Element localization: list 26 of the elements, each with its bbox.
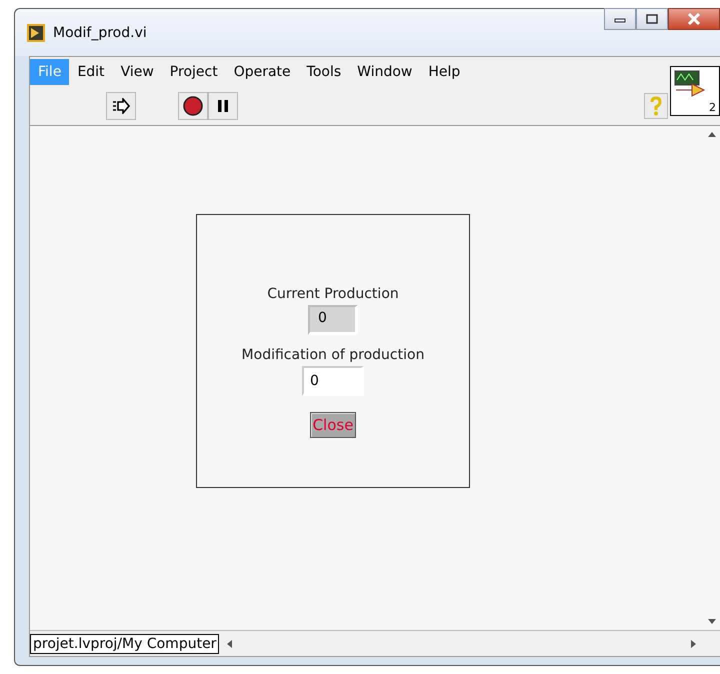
scroll-up-icon[interactable]	[708, 132, 716, 137]
app-icon	[27, 24, 45, 42]
menu-item[interactable]: Tools	[298, 58, 350, 84]
menu-item[interactable]: Window	[349, 58, 420, 84]
maximize-icon	[646, 14, 658, 24]
numeric-input-field[interactable]: 0	[302, 366, 364, 396]
menu-item[interactable]: Operate	[226, 58, 299, 84]
scroll-left-icon[interactable]	[227, 640, 232, 648]
menu-item[interactable]: View	[112, 58, 162, 84]
scroll-right-icon[interactable]	[691, 640, 696, 648]
menu-item[interactable]: Project	[162, 58, 226, 84]
control-label: Modification of production	[242, 347, 424, 363]
menu-item[interactable]: Help	[420, 58, 468, 84]
pause-icon[interactable]	[208, 92, 238, 120]
indicator-label: Current Production	[267, 286, 399, 302]
close-icon	[687, 13, 701, 25]
scroll-down-icon[interactable]	[708, 619, 716, 624]
vi-icon[interactable]: 2	[670, 66, 720, 116]
stop-icon[interactable]	[178, 92, 208, 120]
menu-item[interactable]: Edit	[69, 58, 113, 84]
minimize-button[interactable]	[604, 8, 636, 30]
target-label: projet.lvproj/My Computer	[30, 634, 220, 654]
numeric-indicator: 0	[308, 305, 358, 335]
window-title: Modif_prod.vi	[53, 24, 148, 40]
maximize-button[interactable]	[636, 8, 668, 30]
close-button[interactable]	[668, 8, 720, 30]
